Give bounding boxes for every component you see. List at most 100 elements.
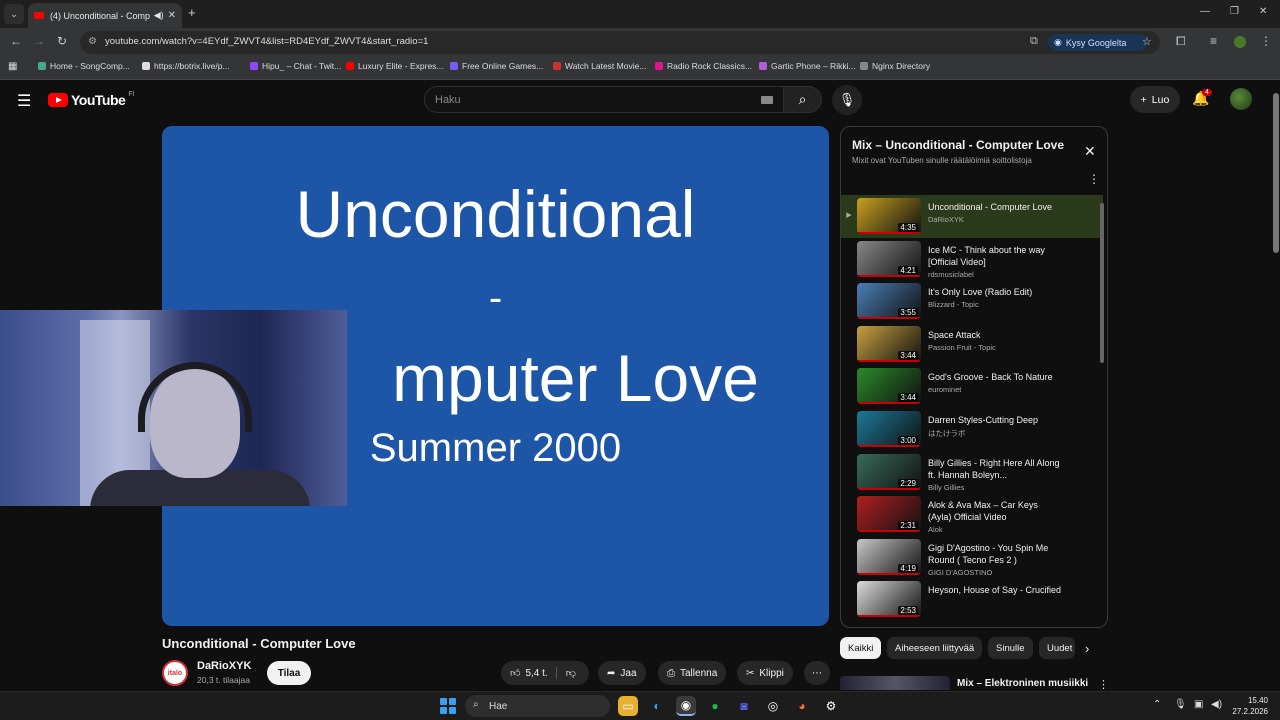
- playlist-item-title: Ice MC - Think about the way [Official V…: [928, 244, 1045, 267]
- recommendation-more-icon[interactable]: ⋮: [1098, 678, 1109, 691]
- cast-icon[interactable]: ⧉: [1030, 35, 1038, 48]
- mic-tray-icon[interactable]: 🎙: [1174, 699, 1187, 710]
- edge-icon[interactable]: ◐: [647, 696, 667, 716]
- search-button[interactable]: ⌕: [784, 86, 822, 113]
- more-actions-button[interactable]: ⋯: [804, 661, 830, 685]
- save-button[interactable]: ⎙ Tallenna: [658, 661, 727, 685]
- playlist-item[interactable]: ▶ 4:35 Unconditional - Computer Love DaRioX…: [841, 195, 1103, 238]
- playlist-thumbnail[interactable]: 3:44: [857, 325, 921, 362]
- filter-chip[interactable]: Kaikki: [840, 637, 882, 659]
- bookmark-item[interactable]: Nginx Directory: [860, 61, 930, 71]
- playlist-item[interactable]: 3:44 God's Groove - Back To Nature euromin…: [841, 365, 1103, 408]
- playlist-item[interactable]: 3:44 Space Attack Passion Fruit - Topic: [841, 323, 1103, 366]
- reading-list-icon[interactable]: ≡: [1210, 34, 1217, 48]
- bookmark-item[interactable]: Free Online Games...: [450, 61, 543, 71]
- recommendation-title[interactable]: Mix – Elektroninen musiikki: [957, 678, 1088, 689]
- dislike-button[interactable]: 👎︎: [562, 667, 576, 679]
- tab-search-menu-icon[interactable]: ⌄: [4, 4, 24, 24]
- apps-grid-icon[interactable]: ▦: [8, 61, 17, 72]
- playlist-thumbnail[interactable]: 4:21: [857, 240, 921, 277]
- bookmark-item[interactable]: Luxury Elite - Expres...: [346, 61, 444, 71]
- bookmark-item[interactable]: Gartic Phone – Rikki...: [759, 61, 856, 71]
- keyboard-icon[interactable]: [761, 96, 773, 104]
- site-info-icon[interactable]: ⚙: [88, 36, 97, 47]
- menu-icon[interactable]: ☰: [17, 91, 31, 111]
- bookmark-item[interactable]: https://botrix.live/p...: [142, 61, 230, 71]
- chrome-icon[interactable]: ◉: [676, 696, 696, 716]
- youtube-logo[interactable]: YouTube FI: [48, 91, 135, 108]
- voice-search-button[interactable]: 🎙: [832, 85, 862, 115]
- playlist-item[interactable]: 4:21 Ice MC - Think about the way [Offici…: [841, 238, 1103, 281]
- bookmark-item[interactable]: Radio Rock Classics...: [655, 61, 752, 71]
- speaker-icon[interactable]: ◀): [154, 10, 164, 21]
- spotify-icon[interactable]: ●: [705, 696, 725, 716]
- clock[interactable]: 15.40 27.2.2026: [1232, 695, 1268, 717]
- close-tab-icon[interactable]: ✕: [168, 10, 176, 21]
- address-bar[interactable]: ⚙ youtube.com/watch?v=4EYdf_ZWVT4&list=R…: [80, 31, 1160, 54]
- tray-overflow-icon[interactable]: ⌃: [1153, 699, 1161, 710]
- chevron-right-icon[interactable]: ›: [1085, 641, 1089, 656]
- ask-google-button[interactable]: ◉ Kysy Googlelta: [1048, 34, 1148, 51]
- forward-icon[interactable]: →: [33, 34, 45, 48]
- back-icon[interactable]: ←: [10, 34, 22, 48]
- recommendation-thumbnail[interactable]: [840, 676, 950, 690]
- file-explorer-icon[interactable]: ▭: [618, 696, 638, 716]
- playlist-item[interactable]: 3:55 It's Only Love (Radio Edit) Blizzard …: [841, 280, 1103, 323]
- playlist-thumbnail[interactable]: 3:55: [857, 283, 921, 320]
- page-scrollbar[interactable]: [1272, 81, 1280, 691]
- account-avatar[interactable]: [1230, 88, 1252, 110]
- subscribe-button[interactable]: Tilaa: [267, 661, 311, 685]
- playlist-item[interactable]: 2:31 Alok & Ava Max – Car Keys (Ayla) Off…: [841, 493, 1103, 536]
- settings-icon[interactable]: ⚙: [821, 696, 841, 716]
- bookmark-star-icon[interactable]: ☆: [1142, 35, 1152, 48]
- reload-icon[interactable]: ↻: [57, 34, 67, 48]
- discord-icon[interactable]: ◙: [734, 696, 754, 716]
- playlist-thumbnail[interactable]: 2:31: [857, 496, 921, 533]
- playlist-item[interactable]: 2:53 Heyson, House of Say - Crucified: [841, 578, 1103, 621]
- channel-name[interactable]: DaRioXYK: [197, 660, 251, 672]
- obs-icon[interactable]: ◎: [763, 696, 783, 716]
- playlist-thumbnail[interactable]: 4:19: [857, 538, 921, 575]
- close-window-icon[interactable]: ✕: [1259, 6, 1267, 17]
- clip-button[interactable]: ✂ Klippi: [737, 661, 793, 685]
- windows-start-icon[interactable]: [440, 698, 456, 714]
- playlist-thumbnail[interactable]: 4:35: [857, 198, 921, 234]
- like-button[interactable]: 👍︎ 5,4 t.: [510, 667, 557, 679]
- playlist-item-meta: Ice MC - Think about the way [Official V…: [928, 238, 1063, 281]
- search-input[interactable]: Haku: [424, 86, 784, 113]
- create-button[interactable]: + Luo: [1130, 86, 1180, 113]
- close-icon[interactable]: ✕: [1084, 143, 1096, 160]
- channel-avatar[interactable]: italo: [162, 660, 188, 686]
- minimize-icon[interactable]: —: [1200, 6, 1210, 17]
- playlist-thumbnail[interactable]: 3:00: [857, 410, 921, 447]
- chrome-menu-icon[interactable]: ⋮: [1260, 34, 1272, 48]
- playlist-item[interactable]: 2:29 Billy Gillies - Right Here All Along…: [841, 451, 1103, 494]
- playlist-more-icon[interactable]: ⋮: [1088, 172, 1100, 186]
- playlist-item[interactable]: 3:00 Darren Styles-Cutting Deep はたけラボ: [841, 408, 1103, 451]
- profile-avatar[interactable]: [1234, 36, 1246, 48]
- taskbar-search[interactable]: ⌕ Hae: [465, 695, 610, 717]
- display-icon[interactable]: ▣: [1194, 699, 1203, 710]
- share-button[interactable]: ➦ Jaa: [598, 661, 646, 685]
- playlist-thumbnail[interactable]: 2:53: [857, 581, 921, 618]
- filter-chip[interactable]: Sinulle: [988, 637, 1033, 659]
- filter-chip[interactable]: Uudet: [1039, 637, 1075, 659]
- page-scrollbar-thumb[interactable]: [1273, 93, 1279, 253]
- bookmark-item[interactable]: Hipu_ – Chat - Twit...: [250, 61, 341, 71]
- restore-icon[interactable]: ❐: [1230, 6, 1239, 17]
- like-dislike-group: 👍︎ 5,4 t. 👎︎: [501, 661, 589, 685]
- bookmark-item[interactable]: Watch Latest Movie...: [553, 61, 646, 71]
- bookmark-item[interactable]: Home - SongComp...: [38, 61, 130, 71]
- new-tab-icon[interactable]: +: [188, 5, 196, 20]
- firefox-icon[interactable]: ◕: [792, 696, 812, 716]
- filter-chip[interactable]: Aiheeseen liittyvää: [887, 637, 983, 659]
- save-label: Tallenna: [680, 667, 718, 679]
- playlist-scrollbar[interactable]: [1100, 203, 1104, 363]
- url-text[interactable]: youtube.com/watch?v=4EYdf_ZWVT4&list=RD4…: [105, 36, 428, 47]
- playlist-thumbnail[interactable]: 3:44: [857, 368, 921, 405]
- playlist-thumbnail[interactable]: 2:29: [857, 453, 921, 490]
- volume-icon[interactable]: ◀): [1211, 699, 1222, 710]
- playlist-item[interactable]: 4:19 Gigi D'Agostino - You Spin Me Round …: [841, 536, 1103, 579]
- browser-tab-active[interactable]: (4) Unconditional - Comput ◀) ✕: [28, 3, 182, 28]
- extensions-icon[interactable]: ⧠: [1176, 34, 1186, 49]
